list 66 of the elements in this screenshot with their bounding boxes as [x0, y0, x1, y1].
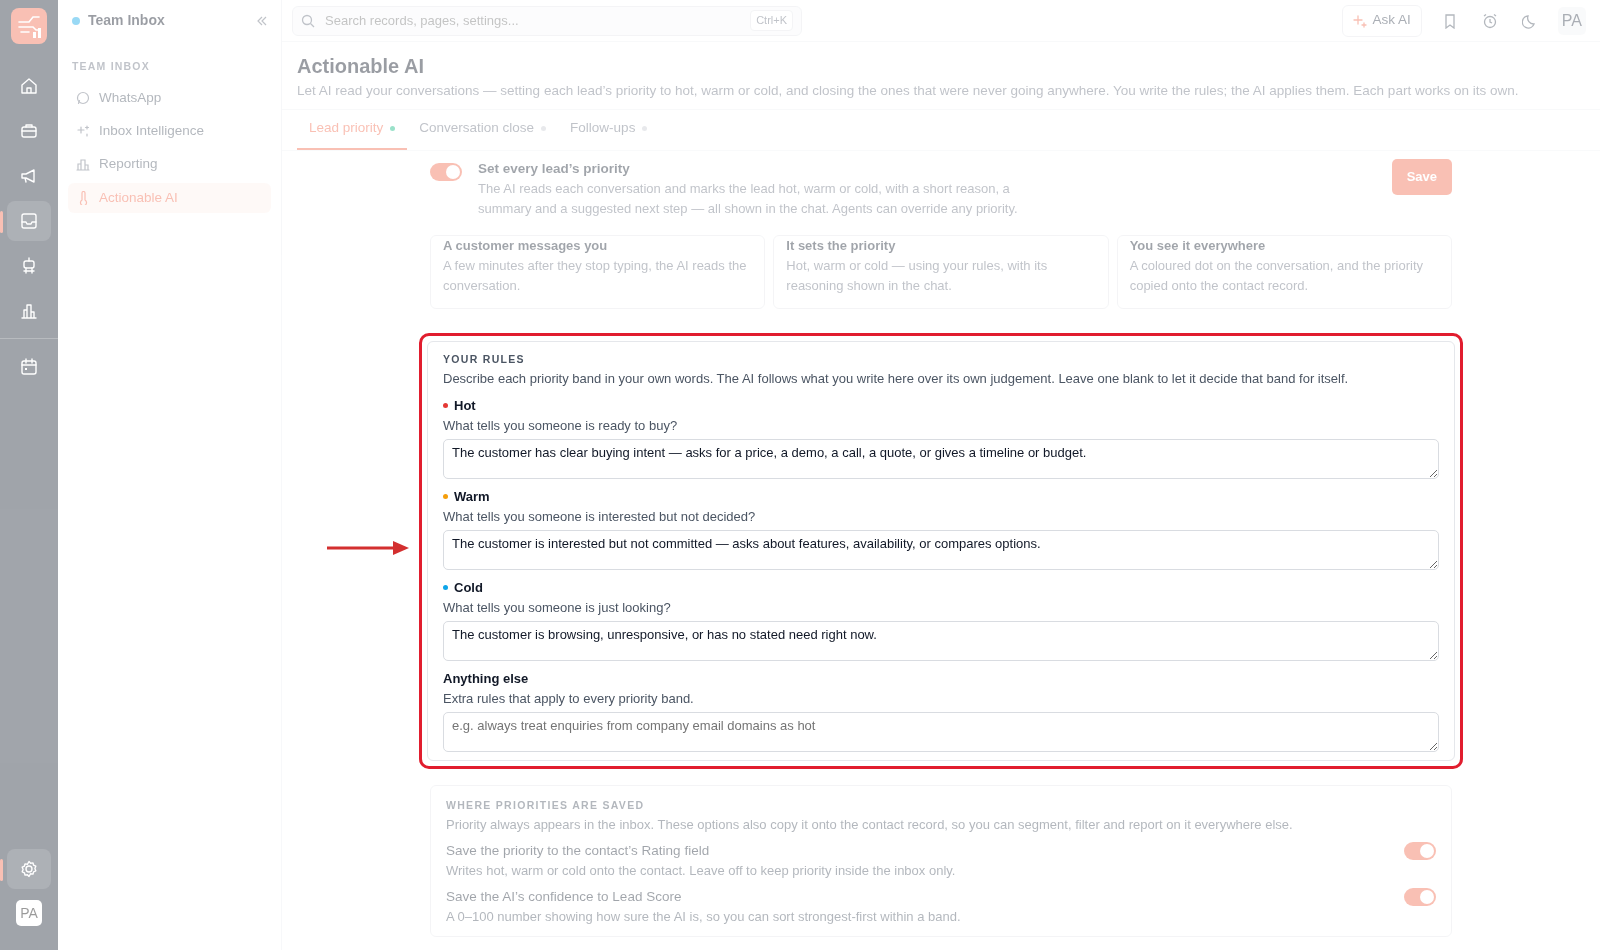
page-title: Actionable AI — [297, 54, 426, 78]
step-title: A customer messages you — [443, 236, 609, 255]
chat-bubble-icon — [76, 90, 90, 105]
calendar-icon — [19, 357, 39, 377]
sidebar-title: Team Inbox — [88, 11, 165, 30]
text-area[interactable]: e.g. always treat enquiries from company email domains as hot — [443, 711, 1439, 752]
field-label: Cold — [454, 578, 483, 597]
section-heading: YOUR RULES — [443, 351, 526, 367]
alarm-clock-icon[interactable] — [1481, 12, 1498, 29]
sidebar-item[interactable]: Reporting — [68, 149, 271, 180]
sidebar-item[interactable]: Actionable AI — [68, 182, 271, 213]
step-description: Hot, warm or cold — using your rules, with its reasoning shown in the chat. — [786, 256, 1049, 295]
section-heading: WHERE PRIORITIES ARE SAVED — [446, 797, 646, 813]
bar-chart-icon — [76, 157, 90, 172]
field-label: Warm — [454, 487, 490, 506]
settings-icon — [19, 859, 39, 879]
setting-title: Save the AI’s confidence to Lead Score — [446, 887, 683, 906]
text-area[interactable]: The customer has clear buying intent — asks for a price, a demo, a call, a quote, or gives a timeline or budget. — [443, 438, 1439, 479]
setting-title: Save the priority to the contact’s Rating field — [446, 841, 711, 860]
search-icon — [301, 13, 315, 28]
field-hint: What tells you someone is ready to buy? — [443, 416, 679, 435]
sidebar-item[interactable]: WhatsApp — [68, 82, 271, 113]
toggle-switch[interactable] — [430, 162, 462, 181]
sparkle-icon — [76, 124, 90, 139]
tab[interactable]: Conversation close — [407, 110, 559, 150]
tab[interactable]: Follow-ups — [558, 110, 660, 150]
inbox-icon — [19, 211, 39, 231]
setting-description: Writes hot, warm or cold onto the contact. Leave off to keep priority inside the inbox only. — [446, 861, 957, 880]
home-icon — [19, 76, 39, 96]
step-title: You see it everywhere — [1129, 236, 1267, 255]
briefcase-icon — [19, 121, 39, 141]
step-title: It sets the priority — [786, 236, 897, 255]
sparkle-icon — [1352, 13, 1367, 28]
bar-chart-icon — [19, 301, 39, 321]
save-button[interactable]: Save — [1391, 158, 1452, 195]
arrow-icon — [327, 539, 411, 556]
step-description: A coloured dot on the conversation, and the priority copied onto the contact record. — [1129, 256, 1425, 295]
toggle-switch[interactable] — [1404, 841, 1436, 860]
search-input[interactable]: Search records, pages, settings... — [323, 9, 743, 32]
sidebar-item[interactable]: Inbox Intelligence — [68, 116, 271, 147]
page-subtitle: Let AI read your conversations — setting each lead’s priority to hot, warm or cold, and closing the ones that were never going anywhere. You write the rules; the AI applies them. Each part works on its own. — [297, 82, 1520, 100]
section-label: TEAM INBOX — [72, 59, 151, 74]
setting-title: Set every lead’s priority — [478, 159, 631, 178]
app-logo[interactable] — [11, 8, 47, 44]
user-avatar[interactable]: PA — [16, 900, 42, 926]
step-description: A few minutes after they stop typing, the AI reads the conversation. — [443, 256, 748, 295]
search-field[interactable]: Search records, pages, settings... Ctrl+K — [292, 5, 802, 36]
setting-description: A 0–100 number showing how sure the AI is, so you can sort strongest-first within a band. — [446, 907, 962, 926]
text-area[interactable]: The customer is interested but not committed — asks about features, availability, or compares options. — [443, 529, 1439, 570]
shortcut-hint: Ctrl+K — [750, 10, 793, 31]
section-description: Priority always appears in the inbox. These options also copy it onto the contact record, so you can segment, filter and report on it everywhere else. — [446, 815, 1294, 834]
field-hint: What tells you someone is interested but not decided? — [443, 507, 757, 526]
text-area[interactable]: The customer is browsing, unresponsive, or has no stated need right now. — [443, 620, 1439, 661]
status-dot — [72, 16, 80, 25]
moon-icon[interactable] — [1521, 12, 1538, 29]
field-hint: Extra rules that apply to every priority band. — [443, 689, 695, 708]
tab[interactable]: Lead priority — [297, 110, 408, 150]
field-label: Hot — [454, 396, 476, 415]
field-label: Anything else — [443, 669, 529, 688]
collapse-icon[interactable] — [257, 15, 267, 26]
toggle-switch[interactable] — [1404, 887, 1436, 906]
ask-ai-button[interactable]: Ask AI — [1341, 4, 1422, 37]
section-description: Describe each priority band in your own words. The AI follows what you write here over its own judgement. Leave one blank to let it decide that band for itself. — [443, 369, 1350, 388]
user-avatar[interactable]: PA — [1557, 6, 1586, 35]
field-hint: What tells you someone is just looking? — [443, 598, 672, 617]
setting-description: The AI reads each conversation and marks the lead hot, warm or cold, with a short reason, a summary and a suggested next step — all shown in the chat. Agents can override any priority. — [478, 179, 1019, 218]
